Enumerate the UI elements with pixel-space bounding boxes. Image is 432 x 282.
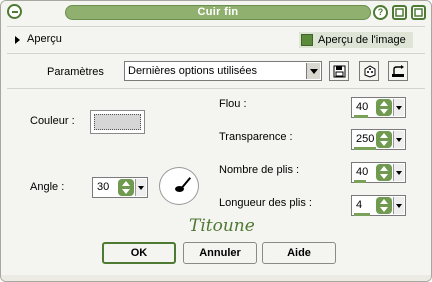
status-strip (1, 275, 431, 281)
dial-hub (175, 186, 184, 192)
image-preview-label: Aperçu de l'image (318, 34, 406, 46)
fold-length-spinner[interactable]: 4 (351, 195, 406, 216)
save-preset-button[interactable] (329, 61, 349, 81)
checkbox-checked-icon[interactable] (301, 34, 313, 46)
spinner-arrows-icon[interactable] (376, 99, 392, 116)
angle-label: Angle : (30, 181, 65, 193)
reset-arrow-icon (392, 64, 404, 77)
angle-spinner[interactable]: 30 (92, 177, 148, 198)
dice-icon (364, 64, 375, 78)
randomize-button[interactable] (359, 61, 379, 81)
ok-button[interactable]: OK (102, 242, 176, 264)
help-button[interactable]: Aide (262, 242, 336, 264)
value-slider-bar (354, 147, 376, 150)
divider (7, 53, 425, 54)
dropdown-arrow-icon[interactable] (306, 63, 320, 79)
title-bar: Cuir fin ? (1, 1, 431, 23)
maximize-icon[interactable] (392, 5, 407, 20)
color-swatch[interactable] (90, 110, 145, 134)
spinner-dropdown-icon[interactable] (393, 197, 404, 214)
blur-value[interactable]: 40 (356, 101, 368, 113)
value-slider-bar (354, 180, 366, 183)
spinner-arrows-icon[interactable] (118, 179, 134, 196)
close-icon[interactable] (411, 5, 426, 20)
spinner-arrows-icon[interactable] (376, 131, 392, 148)
fold-count-label: Nombre de plis : (219, 164, 300, 176)
reset-button[interactable] (388, 61, 408, 81)
blur-label: Flou : (219, 98, 247, 110)
fold-length-label: Longueur des plis : (219, 197, 312, 209)
floppy-disk-icon (333, 65, 345, 77)
divider (7, 26, 425, 27)
fold-count-spinner[interactable]: 40 (351, 162, 406, 183)
params-selected: Dernières options utilisées (128, 65, 258, 77)
blur-spinner[interactable]: 40 (351, 97, 406, 118)
angle-dial[interactable] (159, 167, 199, 205)
help-icon[interactable]: ? (373, 5, 388, 20)
expand-arrow-icon[interactable] (15, 36, 20, 44)
window-title: Cuir fin (65, 5, 371, 20)
angle-value[interactable]: 30 (97, 181, 109, 193)
preview-toggle[interactable]: Aperçu (27, 33, 62, 45)
spinner-arrows-icon[interactable] (376, 197, 392, 214)
fold-length-value[interactable]: 4 (356, 199, 362, 211)
dialog-window: Cuir fin ? Aperçu Aperçu de l'image Para… (0, 0, 432, 282)
spinner-arrows-icon[interactable] (376, 164, 392, 181)
spinner-dropdown-icon[interactable] (393, 99, 404, 116)
spinner-dropdown-icon[interactable] (135, 179, 146, 196)
spinner-dropdown-icon[interactable] (393, 131, 404, 148)
color-label: Couleur : (30, 115, 75, 127)
params-label: Paramètres (47, 66, 104, 78)
color-fill (94, 114, 141, 130)
transparency-spinner[interactable]: 250 (351, 129, 406, 150)
watermark: Titoune (189, 216, 255, 236)
image-preview-checkbox[interactable]: Aperçu de l'image (299, 32, 413, 48)
system-menu-icon[interactable] (7, 4, 22, 19)
spinner-dropdown-icon[interactable] (393, 164, 404, 181)
value-slider-bar (354, 213, 370, 216)
value-slider-bar (354, 115, 368, 118)
cancel-button[interactable]: Annuler (183, 242, 257, 264)
params-dropdown[interactable]: Dernières options utilisées (124, 61, 322, 81)
fold-count-value[interactable]: 40 (356, 166, 368, 178)
help-glyph: ? (377, 7, 384, 17)
transparency-label: Transparence : (219, 131, 293, 143)
divider (7, 88, 425, 89)
transparency-value[interactable]: 250 (356, 133, 374, 145)
